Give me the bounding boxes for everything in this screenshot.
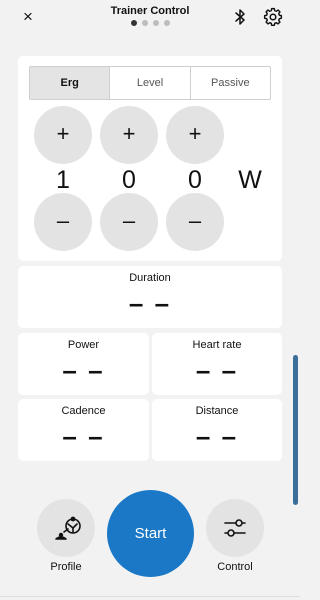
distance-label: Distance [195,405,239,417]
decrement-ones-button[interactable]: – [166,193,224,251]
target-digit-tens: 0 [122,166,136,194]
distance-card: Distance – – [152,399,282,461]
cadence-label: Cadence [61,405,106,417]
tab-passive[interactable]: Passive [189,67,270,99]
profile-button[interactable] [37,499,95,557]
page-dot[interactable] [163,20,170,26]
tab-level[interactable]: Level [109,67,189,99]
page-dot[interactable] [130,20,137,26]
power-value: – – [62,355,105,385]
power-card: Power – – [18,333,149,395]
increment-tens-button[interactable]: + [100,106,158,164]
target-control-card: Erg Level Passive + + + 1 0 0 W – – – [18,56,282,261]
target-digit-hundreds: 1 [56,166,70,194]
decrement-tens-button[interactable]: – [100,193,158,251]
bluetooth-icon[interactable] [232,8,248,26]
page-title: Trainer Control [110,5,190,17]
cadence-card: Cadence – – [18,399,149,461]
control-button[interactable] [206,499,264,557]
increment-ones-button[interactable]: + [166,106,224,164]
scrollbar[interactable] [293,355,298,505]
profile-label: Profile [50,561,82,573]
duration-value: – – [128,288,172,318]
page-indicator[interactable] [0,20,300,26]
power-label: Power [67,339,100,351]
duration-card: Duration – – [18,266,282,328]
page-dot[interactable] [141,20,148,26]
mode-selector: Erg Level Passive [29,66,271,100]
distance-value: – – [195,421,239,451]
sliders-icon [224,519,246,537]
target-unit: W [238,166,262,194]
heart-rate-label: Heart rate [192,339,242,351]
increment-hundreds-button[interactable]: + [34,106,92,164]
tab-erg[interactable]: Erg [30,67,110,99]
control-label: Control [217,561,253,573]
cadence-value: – – [62,421,105,451]
duration-label: Duration [129,272,171,284]
cyclist-profile-icon [55,516,81,540]
start-button[interactable]: Start [107,490,194,577]
page-dot[interactable] [152,20,159,26]
heart-rate-card: Heart rate – – [152,333,282,395]
heart-rate-value: – – [195,355,239,385]
decrement-hundreds-button[interactable]: – [34,193,92,251]
gear-icon[interactable] [263,7,283,27]
divider [0,596,300,597]
header: × Trainer Control [0,0,300,34]
target-digit-ones: 0 [188,166,202,194]
